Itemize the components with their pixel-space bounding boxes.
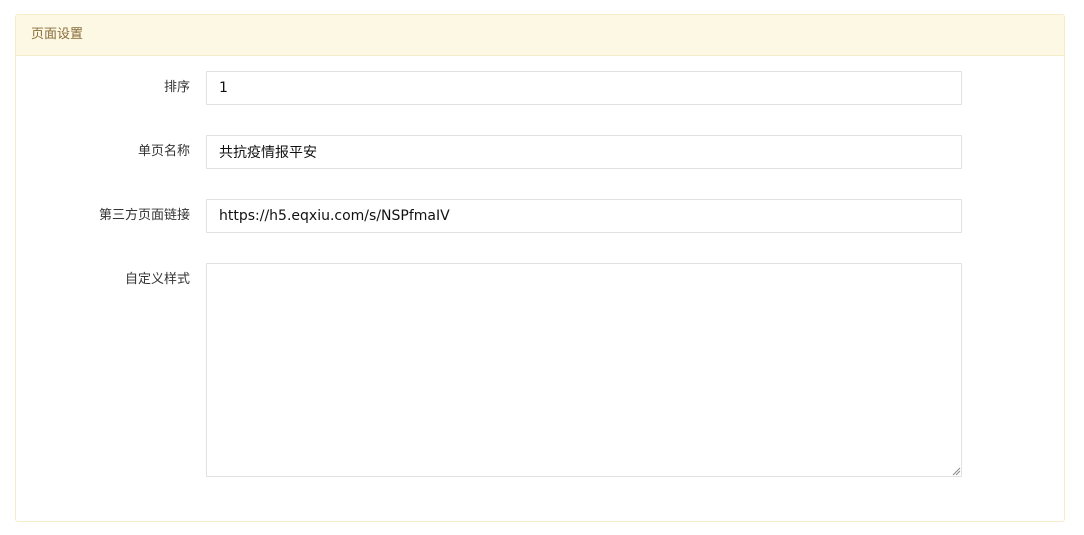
page-name-input[interactable]: [206, 135, 962, 169]
third-party-link-input[interactable]: [206, 199, 962, 233]
page-settings-panel: 页面设置 排序 单页名称 第三方页面链接 自定义样式: [15, 14, 1065, 522]
custom-style-textarea[interactable]: [206, 263, 962, 477]
panel-title: 页面设置: [16, 15, 1064, 56]
sort-input[interactable]: [206, 71, 962, 105]
sort-label: 排序: [163, 80, 190, 95]
third-party-link-label: 第三方页面链接: [98, 208, 190, 223]
page-name-label: 单页名称: [137, 144, 190, 159]
custom-style-label: 自定义样式: [124, 272, 190, 287]
resize-grip-icon[interactable]: [951, 466, 961, 476]
